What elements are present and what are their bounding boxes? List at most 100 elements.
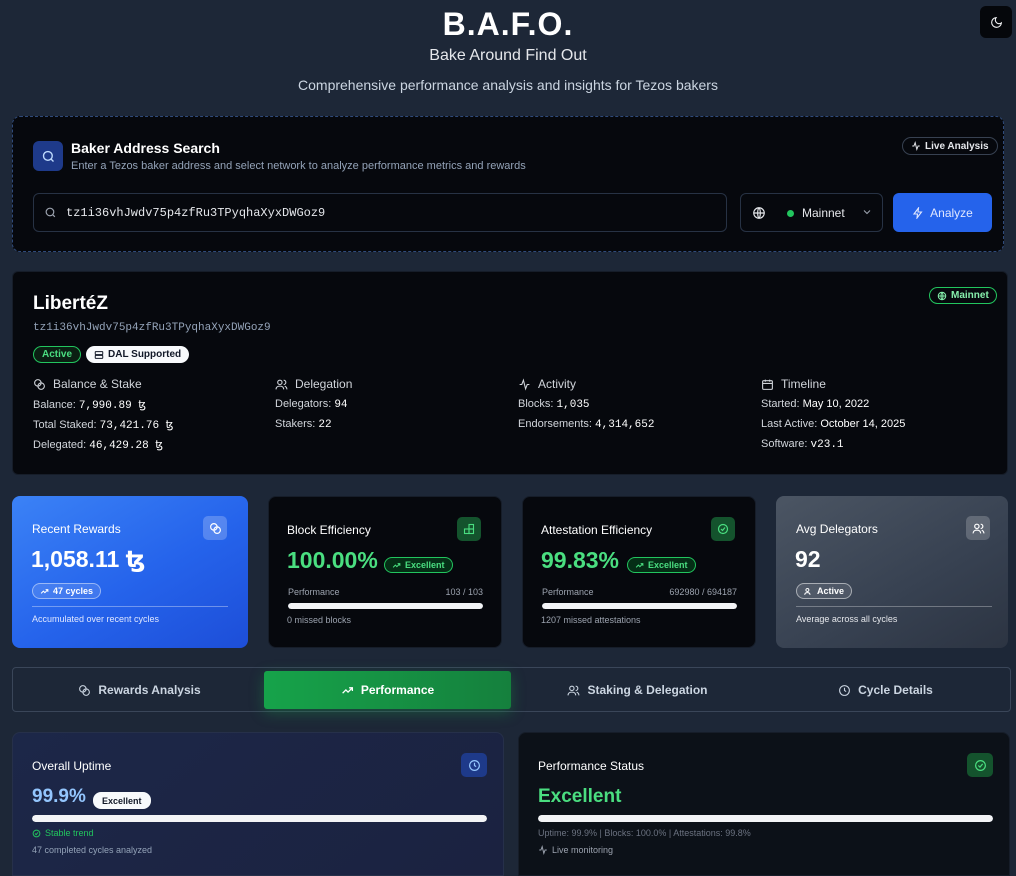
coins-icon: [34, 378, 45, 390]
endorsements-value: 4,314,652: [595, 419, 655, 431]
network-badge-label: Mainnet: [951, 290, 989, 301]
tab-label: Staking & Delegation: [587, 683, 708, 697]
baker-name: LibertéZ: [33, 293, 108, 314]
attestation-performance-label: Performance: [542, 587, 594, 597]
live-analysis-badge: Live Analysis: [902, 137, 998, 155]
recent-rewards-value: 1,058.11 ꜩ: [31, 546, 146, 572]
activity-heading: Activity: [538, 377, 577, 391]
analyze-button-label: Analyze: [930, 205, 973, 220]
attestation-performance-bar: [542, 603, 737, 609]
block-performance-fill: [288, 603, 483, 609]
block-efficiency-title: Block Efficiency: [287, 523, 371, 537]
uptime-progress-bar: [32, 815, 487, 822]
overall-uptime-card: Overall Uptime 99.9% Excellent Stable tr…: [12, 732, 504, 876]
coins-icon: [209, 522, 221, 534]
tab-rewards-analysis[interactable]: Rewards Analysis: [16, 671, 263, 709]
rewards-icon-box: [203, 516, 227, 540]
software-label: Software:: [761, 438, 808, 450]
baker-search-card: Baker Address Search Enter a Tezos baker…: [12, 116, 1004, 252]
recent-rewards-note: Accumulated over recent cycles: [32, 614, 160, 624]
live-monitoring-label: Live monitoring: [552, 845, 614, 855]
tab-staking-delegation[interactable]: Staking & Delegation: [514, 671, 761, 709]
attestation-efficiency-value: 99.83%: [541, 547, 620, 573]
delegators-icon-box: [966, 516, 990, 540]
total-staked-label: Total Staked:: [33, 419, 97, 431]
delegated-label: Delegated:: [33, 439, 87, 451]
users-icon: [568, 685, 580, 695]
activity-icon: [912, 141, 920, 151]
globe-icon: [753, 207, 765, 219]
delegators-divider: [796, 606, 992, 607]
balance-stake-heading: Balance & Stake: [53, 377, 142, 391]
trending-up-icon: [341, 686, 353, 694]
performance-summary: Uptime: 99.9% | Blocks: 100.0% | Attesta…: [538, 828, 751, 838]
missed-blocks-note: 0 missed blocks: [287, 615, 352, 625]
delegators-value: 94: [334, 399, 348, 411]
search-card-subtitle: Enter a Tezos baker address and select n…: [71, 160, 526, 172]
search-icon: [42, 150, 54, 162]
block-performance-label: Performance: [288, 587, 340, 597]
clock-icon: [468, 759, 480, 771]
tab-label: Rewards Analysis: [98, 683, 201, 697]
search-card-icon: [33, 141, 63, 171]
blocks-value: 1,035: [556, 399, 590, 411]
chevron-down-icon: [863, 210, 871, 215]
status-icon-box: [967, 753, 993, 777]
missed-attestations-note: 1207 missed attestations: [541, 615, 641, 625]
endorsements-label: Endorsements:: [518, 418, 592, 430]
block-efficiency-card: Block Efficiency 100.00% Excellent Perfo…: [268, 496, 502, 648]
status-progress-fill: [538, 815, 993, 822]
users-icon: [275, 379, 288, 389]
uptime-trend-label: Stable trend: [45, 828, 94, 838]
blocks-icon: [463, 523, 475, 535]
attestation-excellent-pill: Excellent: [627, 557, 696, 573]
status-progress-bar: [538, 815, 993, 822]
attestation-performance-row: Performance 692980 / 694187: [542, 587, 737, 597]
balance-label: Balance:: [33, 399, 76, 411]
zap-icon: [913, 206, 923, 219]
block-excellent-label: Excellent: [405, 560, 445, 570]
search-card-title: Baker Address Search: [71, 140, 220, 156]
uptime-progress-fill: [32, 815, 487, 822]
baker-profile-card: LibertéZ tz1i36vhJwdv75p4zfRu3TPyqhaXyxD…: [12, 271, 1008, 475]
total-staked-value: 73,421.76 ꜩ: [99, 420, 174, 432]
trending-up-icon: [392, 562, 401, 568]
overall-uptime-title: Overall Uptime: [32, 759, 112, 773]
delegators-label: Delegators:: [275, 398, 332, 410]
balance-value: 7,990.89 ꜩ: [78, 400, 147, 412]
calendar-icon: [762, 379, 773, 390]
network-select-value: Mainnet: [802, 206, 845, 220]
uptime-excellent-badge: Excellent: [93, 792, 151, 809]
site-title: B.A.F.O.: [442, 6, 574, 42]
block-performance-bar: [288, 603, 483, 609]
users-icon: [971, 523, 985, 533]
address-input-wrapper: [33, 193, 727, 232]
active-pill: Active: [796, 583, 853, 599]
timeline-section: Timeline Started: May 10, 2022 Last Acti…: [761, 376, 991, 452]
server-icon: [94, 350, 104, 359]
tab-label: Performance: [360, 683, 435, 697]
network-select[interactable]: Mainnet: [740, 193, 883, 232]
last-active-label: Last Active:: [761, 418, 818, 430]
dal-supported-label: DAL Supported: [108, 349, 182, 360]
block-excellent-pill: Excellent: [384, 557, 453, 573]
analyze-button[interactable]: Analyze: [893, 193, 992, 232]
timeline-heading: Timeline: [781, 377, 826, 391]
started-label: Started:: [761, 398, 800, 410]
started-value: May 10, 2022: [802, 398, 870, 410]
baker-address-input[interactable]: [66, 194, 716, 231]
network-badge: Mainnet: [929, 287, 997, 304]
tab-cycle-details[interactable]: Cycle Details: [762, 671, 1009, 709]
software-value: v23.1: [810, 439, 844, 451]
dal-supported-badge: DAL Supported: [86, 346, 190, 363]
avg-delegators-title: Avg Delegators: [796, 522, 878, 536]
recent-rewards-title: Recent Rewards: [32, 522, 121, 536]
overall-uptime-value: 99.9%: [32, 786, 86, 807]
tab-performance[interactable]: Performance: [264, 671, 511, 709]
live-monitoring: Live monitoring: [538, 845, 613, 855]
live-analysis-label: Live Analysis: [925, 140, 989, 152]
check-circle-icon: [32, 829, 41, 837]
uptime-trend: Stable trend: [32, 828, 94, 838]
trending-up-icon: [635, 562, 644, 568]
delegation-heading: Delegation: [295, 377, 353, 391]
